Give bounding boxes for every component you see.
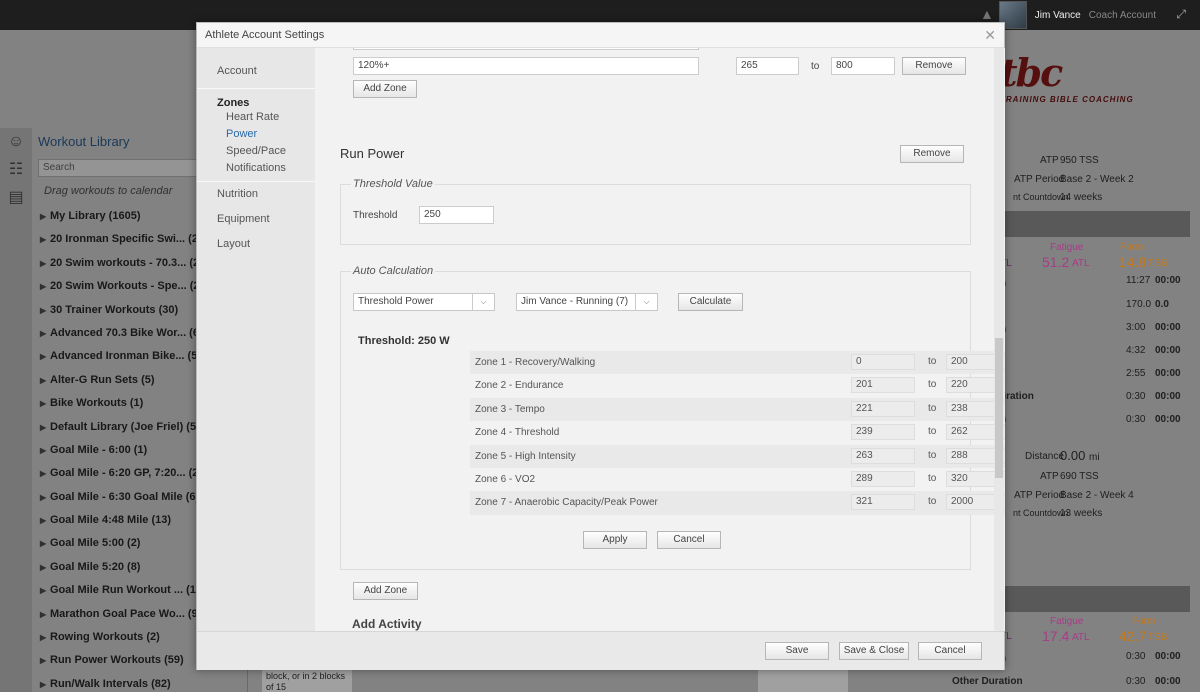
coach-account-link[interactable]: Coach Account <box>1089 10 1156 21</box>
remove-zone-button[interactable]: Remove <box>902 57 966 75</box>
threshold-label: Threshold <box>353 210 398 221</box>
to-label: to <box>928 402 937 414</box>
add-zone-button[interactable]: Add Zone <box>353 80 417 98</box>
zone-row: Zone 4 - Threshold239to262watts <box>470 421 1005 444</box>
threshold-legend: Threshold Value <box>351 178 435 190</box>
section-title: Run Power <box>340 146 405 161</box>
user-menu[interactable]: Jim Vance Coach Account <box>998 0 1156 30</box>
to-label: to <box>928 496 937 508</box>
to-label: to <box>928 449 937 461</box>
to-label: to <box>928 426 937 438</box>
modal-title: Athlete Account Settings <box>197 23 1004 48</box>
threshold-heading: Threshold: 250 W <box>358 335 450 347</box>
nav-heart-rate[interactable]: Heart Rate <box>197 109 315 126</box>
method-select-value: Threshold Power <box>358 296 434 307</box>
zone-low-input[interactable]: 263 <box>851 447 915 464</box>
source-select[interactable]: Jim Vance - Running (7) ⌵ <box>516 293 658 311</box>
close-icon[interactable]: ✕ <box>984 27 996 44</box>
nav-equipment[interactable]: Equipment <box>197 207 315 232</box>
modal-scrollbar[interactable] <box>994 48 1004 631</box>
apply-button[interactable]: Apply <box>583 531 647 549</box>
remove-section-button[interactable]: Remove <box>900 145 964 163</box>
auto-calculation-legend: Auto Calculation <box>351 265 436 277</box>
to-label: to <box>928 356 937 367</box>
zone-low-input[interactable]: 265 <box>736 57 799 75</box>
nav-account[interactable]: Account <box>197 59 315 84</box>
zone-low-input[interactable]: 289 <box>851 471 915 487</box>
settings-content: 120%+ 265 to 800 Remove Add Zone Run Pow… <box>315 48 1005 631</box>
nav-nutrition[interactable]: Nutrition <box>197 182 315 207</box>
zone-row: Zone 5 - High Intensity263to288watts <box>470 444 1005 468</box>
source-select-value: Jim Vance - Running (7) <box>521 296 629 307</box>
cancel-button[interactable]: Cancel <box>918 642 982 660</box>
zone-low-input[interactable]: 201 <box>851 377 915 394</box>
expand-icon[interactable]: ⤢ <box>1176 7 1186 22</box>
to-label: to <box>928 473 937 484</box>
zone-name-input[interactable]: 120%+ <box>353 57 699 75</box>
zone-name: Zone 5 - High Intensity <box>475 450 576 462</box>
zone-row: Zone 2 - Endurance201to220watts <box>470 374 1005 397</box>
zone-low-input[interactable]: 239 <box>851 424 915 441</box>
threshold-input[interactable]: 250 <box>419 206 494 224</box>
nav-zones[interactable]: Zones <box>197 89 315 109</box>
zone-name: Zone 7 - Anaerobic Capacity/Peak Power <box>475 497 658 509</box>
zone-low-input[interactable]: 321 <box>851 494 915 511</box>
scrollbar-thumb[interactable] <box>995 338 1003 478</box>
nav-power[interactable]: Power <box>197 126 315 143</box>
to-label: to <box>928 379 937 391</box>
add-activity-heading: Add Activity <box>352 617 422 631</box>
nav-notifications[interactable]: Notifications <box>197 160 315 177</box>
chevron-down-icon: ⌵ <box>635 294 657 310</box>
nav-layout[interactable]: Layout <box>197 232 315 257</box>
calculate-button[interactable]: Calculate <box>678 293 743 311</box>
zone-name: Zone 3 - Tempo <box>475 403 545 415</box>
zone-row: Zone 7 - Anaerobic Capacity/Peak Power 32… <box>470 491 1005 515</box>
nav-speed-pace[interactable]: Speed/Pace <box>197 143 315 160</box>
chevron-down-icon: ⌵ <box>472 294 494 310</box>
athlete-settings-modal: Athlete Account Settings ✕ Account Zones… <box>196 22 1005 670</box>
add-zone-button[interactable]: Add Zone <box>353 582 418 600</box>
zone-low-input[interactable]: 0 <box>851 354 915 370</box>
zone-high-input[interactable]: 800 <box>831 57 895 75</box>
zone-name: Zone 4 - Threshold <box>475 427 560 439</box>
settings-nav: Account Zones Heart Rate Power Speed/Pac… <box>197 48 315 631</box>
zone-row: Zone 1 - Recovery/Walking0to200watts <box>470 351 1005 375</box>
zone-name: Zone 1 - Recovery/Walking <box>475 357 596 368</box>
to-label: to <box>811 61 820 72</box>
method-select[interactable]: Threshold Power ⌵ <box>353 293 495 311</box>
cancel-button[interactable]: Cancel <box>657 531 721 549</box>
zone-name-input-partial[interactable] <box>353 48 699 50</box>
zone-name: Zone 2 - Endurance <box>475 380 564 392</box>
save-close-button[interactable]: Save & Close <box>839 642 909 660</box>
notification-icon[interactable]: ▲ <box>980 6 994 22</box>
user-name[interactable]: Jim Vance <box>1035 10 1081 21</box>
zone-low-input[interactable]: 221 <box>851 400 915 417</box>
modal-footer: Save Save & Close Cancel <box>197 631 1004 670</box>
zone-row: Zone 6 - VO2289to320watts <box>470 468 1005 491</box>
zone-row: Zone 3 - Tempo221to238watts <box>470 397 1005 422</box>
save-button[interactable]: Save <box>765 642 829 660</box>
zone-name: Zone 6 - VO2 <box>475 474 536 485</box>
